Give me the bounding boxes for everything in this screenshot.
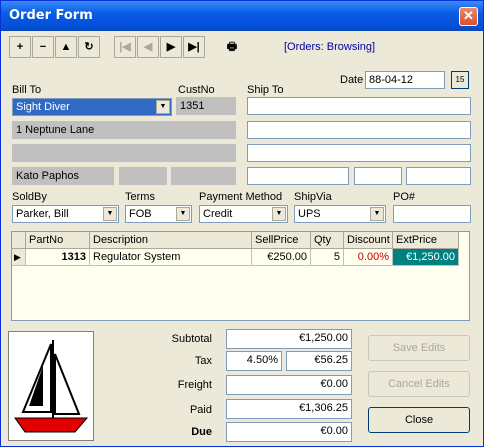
minus-icon: − xyxy=(39,41,47,53)
soldby-value: Parker, Bill xyxy=(16,208,69,220)
custno-field: 1351 xyxy=(176,97,236,115)
calendar-button[interactable]: 15 xyxy=(451,71,469,89)
sailboat-icon xyxy=(14,340,89,433)
bill-state-field xyxy=(119,167,167,185)
column-header-discount[interactable]: Discount xyxy=(344,232,393,249)
bill-city-field: Kato Paphos xyxy=(12,167,114,185)
order-items-grid[interactable]: PartNo Description SellPrice Qty Discoun… xyxy=(11,231,470,321)
ship-to-line1[interactable] xyxy=(247,97,471,115)
plus-icon: + xyxy=(16,41,24,53)
date-field[interactable]: 88-04-12 xyxy=(365,71,445,89)
customer-value: Sight Diver xyxy=(16,101,70,113)
save-edits-button[interactable]: Save Edits xyxy=(368,335,470,361)
customer-select[interactable]: Sight Diver ▼ xyxy=(12,98,172,116)
bill-to-label: Bill To xyxy=(12,84,42,96)
paid-field[interactable]: €1,306.25 xyxy=(226,399,352,419)
refresh-icon: ↻ xyxy=(84,41,94,53)
bill-address2-field xyxy=(12,144,236,162)
po-label: PO# xyxy=(393,191,416,203)
first-record-button[interactable]: |◀ xyxy=(114,36,136,58)
close-button[interactable]: Close xyxy=(368,407,470,433)
bill-address1-field: 1 Neptune Lane xyxy=(12,121,236,139)
date-label: Date xyxy=(340,74,364,86)
chevron-down-icon[interactable]: ▼ xyxy=(272,207,286,221)
calendar-icon: 15 xyxy=(455,75,465,84)
tax-label: Tax xyxy=(194,355,212,367)
first-icon: |◀ xyxy=(119,41,131,53)
bill-zip-field xyxy=(171,167,236,185)
cancel-edits-button[interactable]: Cancel Edits xyxy=(368,371,470,397)
tax-rate-field[interactable]: 4.50% xyxy=(226,351,282,371)
ship-city-field[interactable] xyxy=(247,167,349,185)
printer-icon: 🖶 xyxy=(226,41,238,53)
title-bar[interactable]: Order Form ✕ xyxy=(1,1,483,31)
next-icon: ▶ xyxy=(166,41,176,53)
chevron-down-icon[interactable]: ▼ xyxy=(156,100,170,114)
cell-partno[interactable]: 1313 xyxy=(26,249,90,266)
close-window-button[interactable]: ✕ xyxy=(459,7,478,26)
company-logo xyxy=(8,331,94,441)
tax-amount-field: €56.25 xyxy=(286,351,352,371)
ship-state-field[interactable] xyxy=(354,167,402,185)
soldby-label: SoldBy xyxy=(12,191,47,203)
grid-corner xyxy=(12,232,26,249)
column-header-sellprice[interactable]: SellPrice xyxy=(252,232,311,249)
po-field[interactable] xyxy=(393,205,471,223)
status-text: [Orders: Browsing] xyxy=(284,41,376,53)
column-header-description[interactable]: Description xyxy=(90,232,252,249)
subtotal-field: €1,250.00 xyxy=(226,329,352,349)
ship-to-line2[interactable] xyxy=(247,121,471,139)
due-field: €0.00 xyxy=(226,422,352,442)
ship-to-label: Ship To xyxy=(247,84,284,96)
shipvia-label: ShipVia xyxy=(294,191,332,203)
delete-record-button[interactable]: − xyxy=(32,36,54,58)
freight-label: Freight xyxy=(177,379,212,391)
shipvia-value: UPS xyxy=(298,208,321,220)
cell-sellprice[interactable]: €250.00 xyxy=(252,249,311,266)
cell-extprice[interactable]: €1,250.00 xyxy=(393,249,459,266)
prior-record-button[interactable]: ◀ xyxy=(137,36,159,58)
cell-description[interactable]: Regulator System xyxy=(90,249,252,266)
terms-label: Terms xyxy=(125,191,155,203)
subtotal-label: Subtotal xyxy=(171,333,212,345)
column-header-extprice[interactable]: ExtPrice xyxy=(393,232,459,249)
close-icon: ✕ xyxy=(463,8,474,23)
prior-icon: ◀ xyxy=(143,41,153,53)
refresh-button[interactable]: ↻ xyxy=(78,36,100,58)
print-button[interactable]: 🖶 xyxy=(221,36,243,58)
ship-zip-field[interactable] xyxy=(406,167,471,185)
order-form-window: Order Form ✕ + − ▲ ↻ |◀ ◀ ▶ ▶| 🖶 [Orders… xyxy=(0,0,484,447)
custno-label: CustNo xyxy=(178,84,215,96)
window-title: Order Form xyxy=(9,8,93,23)
freight-field[interactable]: €0.00 xyxy=(226,375,352,395)
terms-value: FOB xyxy=(129,208,152,220)
post-button[interactable]: ▲ xyxy=(55,36,77,58)
next-record-button[interactable]: ▶ xyxy=(160,36,182,58)
row-indicator-icon: ▶ xyxy=(12,249,26,266)
cell-qty[interactable]: 5 xyxy=(311,249,344,266)
cell-discount[interactable]: 0.00% xyxy=(344,249,393,266)
payment-method-value: Credit xyxy=(203,208,233,220)
column-header-qty[interactable]: Qty xyxy=(311,232,344,249)
ship-to-line3[interactable] xyxy=(247,144,471,162)
chevron-down-icon[interactable]: ▼ xyxy=(176,207,190,221)
last-record-button[interactable]: ▶| xyxy=(183,36,205,58)
add-record-button[interactable]: + xyxy=(9,36,31,58)
terms-select[interactable]: FOB ▼ xyxy=(125,205,192,223)
due-label: Due xyxy=(191,426,212,438)
last-icon: ▶| xyxy=(188,41,200,53)
chevron-down-icon[interactable]: ▼ xyxy=(103,207,117,221)
shipvia-select[interactable]: UPS ▼ xyxy=(294,205,386,223)
soldby-select[interactable]: Parker, Bill ▼ xyxy=(12,205,119,223)
column-header-partno[interactable]: PartNo xyxy=(26,232,90,249)
chevron-down-icon[interactable]: ▼ xyxy=(370,207,384,221)
paid-label: Paid xyxy=(189,404,212,416)
payment-method-select[interactable]: Credit ▼ xyxy=(199,205,288,223)
triangle-up-icon: ▲ xyxy=(60,41,72,53)
payment-method-label: Payment Method xyxy=(199,191,283,203)
